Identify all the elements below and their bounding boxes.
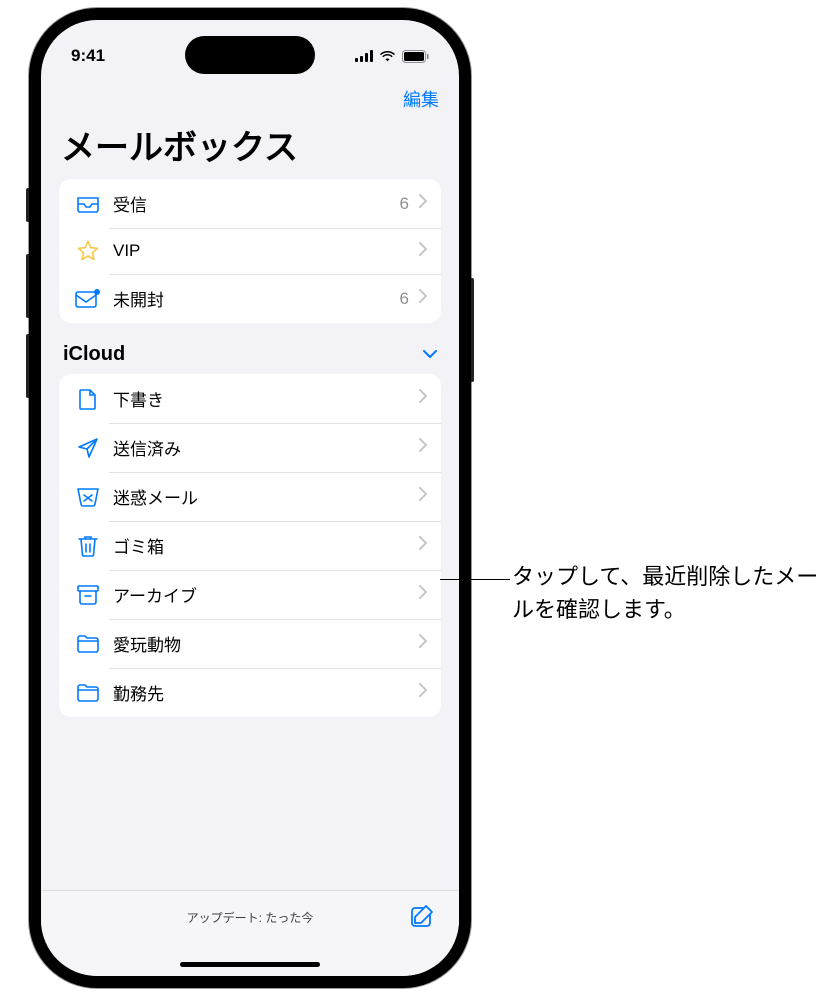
chevron-right-icon <box>419 242 427 261</box>
cellular-signal-icon <box>355 50 373 62</box>
status-time: 9:41 <box>71 46 105 66</box>
row-count: 6 <box>400 194 409 214</box>
row-count: 6 <box>400 289 409 309</box>
chevron-right-icon <box>419 487 427 506</box>
folder-archive[interactable]: アーカイブ <box>59 570 441 619</box>
row-label: VIP <box>113 241 419 261</box>
volume-up-button <box>26 254 29 318</box>
dynamic-island <box>185 36 315 74</box>
chevron-right-icon <box>419 683 427 702</box>
favorites-list: 受信 6 VIP 未開封 6 <box>59 179 441 323</box>
volume-down-button <box>26 334 29 398</box>
phone-frame: 9:41 編集 メールボックス 受信 <box>29 8 471 988</box>
row-label: 下書き <box>113 386 419 411</box>
home-indicator <box>180 962 320 967</box>
document-icon <box>73 388 103 410</box>
wifi-icon <box>379 50 396 62</box>
inbox-icon <box>73 194 103 214</box>
folder-sent[interactable]: 送信済み <box>59 423 441 472</box>
icloud-folder-list: 下書き 送信済み 迷惑メール ゴミ箱 <box>59 374 441 717</box>
folder-drafts[interactable]: 下書き <box>59 374 441 423</box>
chevron-right-icon <box>419 194 427 213</box>
row-label: アーカイブ <box>113 582 419 607</box>
chevron-right-icon <box>419 289 427 308</box>
compose-button[interactable] <box>409 903 437 936</box>
row-label: 勤務先 <box>113 680 419 705</box>
row-label: 未開封 <box>113 286 400 311</box>
bottom-toolbar: アップデート: たった今 <box>41 890 459 976</box>
ringer-switch <box>26 188 29 222</box>
chevron-down-icon <box>423 346 437 364</box>
archive-icon <box>73 585 103 605</box>
folder-pets[interactable]: 愛玩動物 <box>59 619 441 668</box>
nav-bar: 編集 <box>41 78 459 112</box>
update-status: アップデート: たった今 <box>187 909 314 926</box>
chevron-right-icon <box>419 438 427 457</box>
row-label: ゴミ箱 <box>113 533 419 558</box>
junk-icon <box>73 487 103 507</box>
row-label: 愛玩動物 <box>113 631 419 656</box>
battery-icon <box>402 50 429 63</box>
chevron-right-icon <box>419 389 427 408</box>
folder-junk[interactable]: 迷惑メール <box>59 472 441 521</box>
chevron-right-icon <box>419 585 427 604</box>
folder-work[interactable]: 勤務先 <box>59 668 441 717</box>
row-label: 迷惑メール <box>113 484 419 509</box>
folder-icon <box>73 635 103 653</box>
callout-leader-line <box>440 579 510 580</box>
folder-icon <box>73 684 103 702</box>
mailbox-vip[interactable]: VIP <box>59 228 441 274</box>
power-button <box>471 278 474 382</box>
folder-trash[interactable]: ゴミ箱 <box>59 521 441 570</box>
trash-icon <box>73 535 103 557</box>
chevron-right-icon <box>419 536 427 555</box>
callout-text: タップして、最近削除したメールを確認します。 <box>512 560 832 626</box>
screen: 9:41 編集 メールボックス 受信 <box>41 20 459 976</box>
section-title: iCloud <box>63 343 125 366</box>
mailbox-unread[interactable]: 未開封 6 <box>59 274 441 323</box>
star-icon <box>73 240 103 262</box>
status-icons <box>355 50 429 63</box>
page-title: メールボックス <box>41 112 459 179</box>
chevron-right-icon <box>419 634 427 653</box>
row-label: 送信済み <box>113 435 419 460</box>
mailbox-inbox[interactable]: 受信 6 <box>59 179 441 228</box>
section-header-icloud[interactable]: iCloud <box>41 343 459 374</box>
envelope-badge-icon <box>73 289 103 309</box>
edit-button[interactable]: 編集 <box>403 86 439 112</box>
paperplane-icon <box>73 437 103 459</box>
row-label: 受信 <box>113 191 400 216</box>
